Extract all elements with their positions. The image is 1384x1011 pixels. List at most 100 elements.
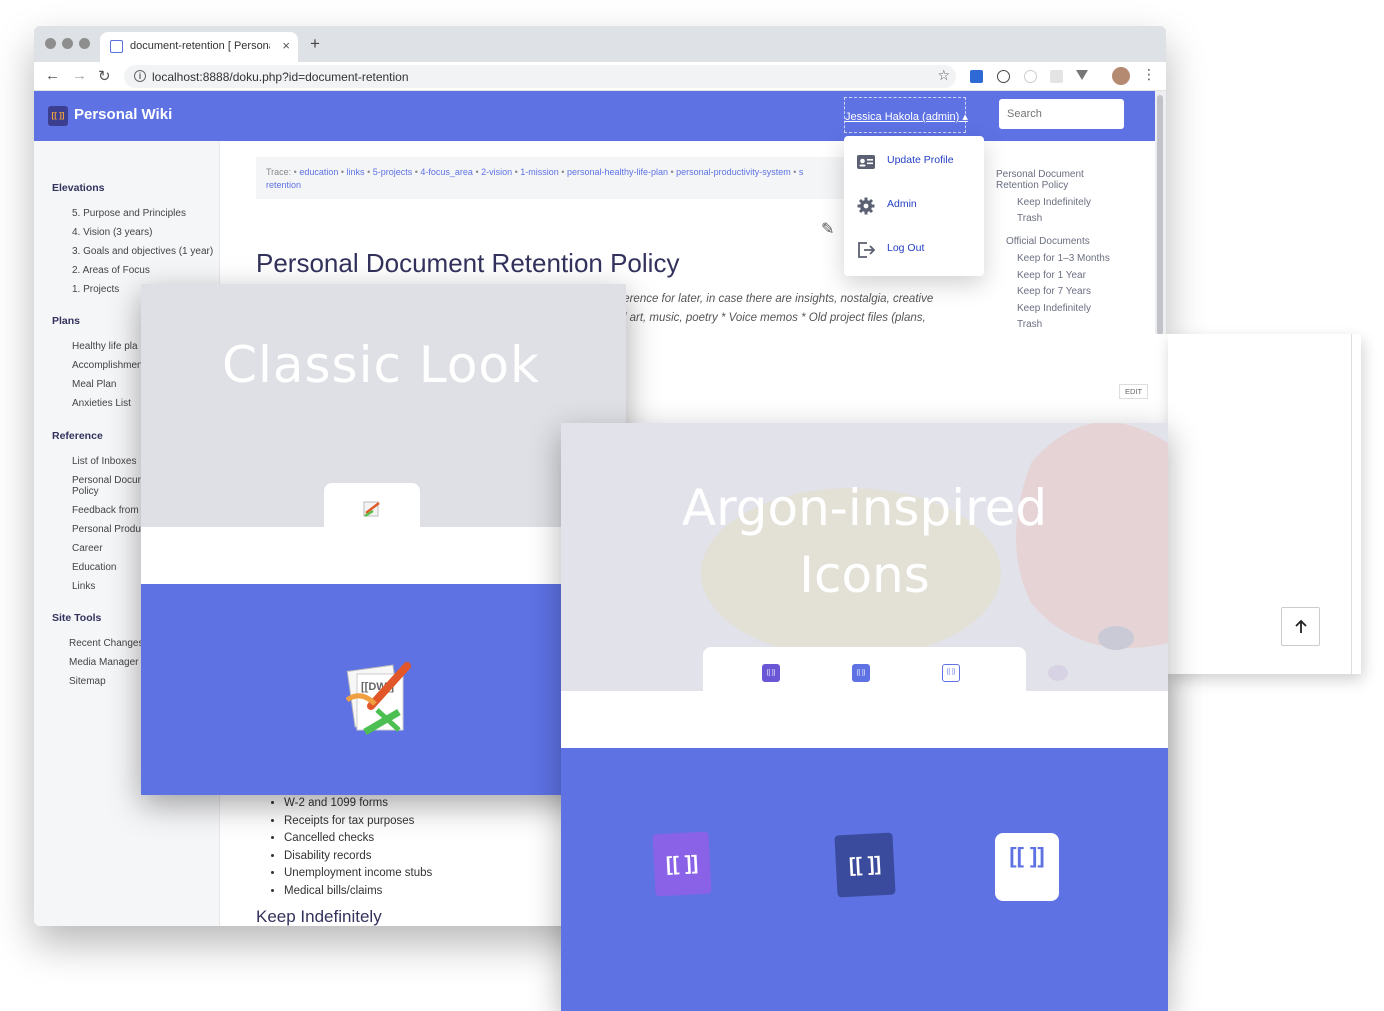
card-title: Argon-inspired Icons bbox=[561, 475, 1168, 609]
toc-item[interactable]: Keep for 1 Year bbox=[1017, 270, 1086, 281]
tab-close-icon[interactable]: × bbox=[282, 38, 290, 53]
edit-pencil-icon[interactable]: ✎ bbox=[821, 219, 834, 239]
extension-grid-icon[interactable] bbox=[1050, 70, 1063, 83]
breadcrumb-link[interactable]: 5-projects bbox=[373, 167, 413, 177]
breadcrumb-link[interactable]: retention bbox=[266, 180, 301, 190]
list-item: Unemployment income stubs bbox=[284, 865, 432, 883]
url-text[interactable]: localhost:8888/doku.php?id=document-rete… bbox=[152, 70, 409, 84]
extension-vue-icon[interactable] bbox=[1076, 70, 1088, 80]
menu-item-update-profile[interactable]: Update Profile bbox=[844, 144, 984, 184]
card-title-line: Icons bbox=[799, 546, 930, 604]
arrow-up-icon bbox=[1295, 619, 1307, 633]
maximize-window-button[interactable] bbox=[79, 38, 90, 49]
page-extension-right bbox=[1168, 334, 1361, 674]
extension-1password-icon[interactable] bbox=[997, 70, 1010, 83]
address-bar: ← → ↻ i localhost:8888/doku.php?id=docum… bbox=[34, 62, 1166, 91]
toc-item[interactable]: Official Documents bbox=[1006, 236, 1090, 247]
icon-tab bbox=[324, 483, 420, 527]
sidebar-item[interactable]: Accomplishmen bbox=[72, 360, 143, 371]
sidebar-item[interactable]: Education bbox=[72, 562, 116, 573]
breadcrumb-link[interactable]: education bbox=[299, 167, 338, 177]
breadcrumb-link[interactable]: 4-focus_area bbox=[420, 167, 473, 177]
sidebar-item[interactable]: List of Inboxes bbox=[72, 456, 136, 467]
intro-line: d art, music, poetry * Voice memos * Old… bbox=[620, 312, 926, 324]
toc-item[interactable]: Retention Policy bbox=[996, 180, 1068, 191]
document-list: W-2 and 1099 forms Receipts for tax purp… bbox=[270, 795, 432, 900]
favicon-icon bbox=[110, 40, 123, 53]
sidebar-item[interactable]: Meal Plan bbox=[72, 379, 116, 390]
toc-item[interactable]: Keep Indefinitely bbox=[1017, 197, 1091, 208]
sidebar-item[interactable]: 4. Vision (3 years) bbox=[72, 227, 152, 238]
browser-menu-icon[interactable]: ⋮ bbox=[1142, 66, 1156, 83]
sidebar-item[interactable]: 3. Goals and objectives (1 year) bbox=[72, 246, 213, 257]
breadcrumb-link[interactable]: 2-vision bbox=[481, 167, 512, 177]
search-input[interactable] bbox=[999, 99, 1124, 129]
scrollbar-thumb[interactable] bbox=[1157, 95, 1163, 335]
menu-item-label: Admin bbox=[887, 198, 917, 210]
back-icon[interactable]: ← bbox=[45, 67, 60, 84]
breadcrumb-link[interactable]: personal-productivity-system bbox=[676, 167, 791, 177]
sidebar-item[interactable]: 5. Purpose and Principles bbox=[72, 208, 186, 219]
tab-bar: document-retention [ Personal × + bbox=[34, 26, 1166, 62]
argon-icons-card: Argon-inspired Icons [[ ]] [[ ]] [[ ]] [… bbox=[561, 423, 1168, 1011]
new-tab-button[interactable]: + bbox=[310, 34, 320, 54]
sidebar-item[interactable]: Recent Changes bbox=[69, 638, 144, 649]
reload-icon[interactable]: ↻ bbox=[98, 67, 111, 85]
section-heading: Keep Indefinitely bbox=[256, 907, 382, 926]
sidebar-item[interactable]: Links bbox=[72, 581, 95, 592]
info-icon[interactable]: i bbox=[134, 70, 146, 82]
list-item: W-2 and 1099 forms bbox=[284, 795, 432, 813]
toc-item[interactable]: Trash bbox=[1017, 213, 1042, 224]
site-title[interactable]: Personal Wiki bbox=[74, 106, 172, 123]
extension-bookmark-icon[interactable] bbox=[970, 70, 983, 83]
breadcrumb-link[interactable]: links bbox=[347, 167, 365, 177]
sidebar-item[interactable]: Policy bbox=[72, 486, 99, 497]
sidebar-item[interactable]: Feedback from bbox=[72, 505, 139, 516]
dokuwiki-small-icon bbox=[363, 501, 380, 518]
toc-item[interactable]: Keep Indefinitely bbox=[1017, 303, 1091, 314]
toc-item[interactable]: Keep for 7 Years bbox=[1017, 286, 1091, 297]
card-header: Classic Look bbox=[141, 284, 626, 527]
profile-card-icon bbox=[857, 155, 875, 169]
menu-item-log-out[interactable]: Log Out bbox=[844, 232, 984, 272]
edit-section-button[interactable]: EDIT bbox=[1119, 384, 1149, 399]
sidebar-item[interactable]: 2. Areas of Focus bbox=[72, 265, 150, 276]
toc-item[interactable]: Personal Document bbox=[996, 169, 1084, 180]
toc-item[interactable]: Keep for 1–3 Months bbox=[1017, 253, 1110, 264]
breadcrumb-link[interactable]: 1-mission bbox=[520, 167, 559, 177]
browser-tab[interactable]: document-retention [ Personal × bbox=[100, 32, 298, 62]
extension-clock-icon[interactable] bbox=[1024, 70, 1037, 83]
sidebar-heading-reference: Reference bbox=[52, 430, 103, 442]
sidebar-item[interactable]: Anxieties List bbox=[72, 398, 131, 409]
sidebar-heading-plans: Plans bbox=[52, 315, 81, 327]
sidebar-item[interactable]: Healthy life pla bbox=[72, 341, 138, 352]
argon-icon-color-large: [[ ]] bbox=[652, 831, 712, 897]
list-item: Cancelled checks bbox=[284, 830, 432, 848]
sidebar-item[interactable]: Personal Docur bbox=[72, 475, 141, 486]
toc-item[interactable]: Trash bbox=[1017, 319, 1042, 330]
profile-avatar[interactable] bbox=[1112, 67, 1130, 85]
sidebar-item[interactable]: Personal Produ bbox=[72, 524, 141, 535]
sidebar-item[interactable]: Media Manager bbox=[69, 657, 138, 668]
scroll-to-top-button[interactable] bbox=[1281, 607, 1320, 646]
sidebar-heading-site-tools: Site Tools bbox=[52, 612, 102, 624]
close-window-button[interactable] bbox=[45, 38, 56, 49]
wiki-logo-icon[interactable]: [[ ]] bbox=[48, 106, 68, 126]
divider bbox=[1351, 334, 1352, 674]
list-item: Medical bills/claims bbox=[284, 883, 432, 901]
forward-icon[interactable]: → bbox=[72, 67, 87, 84]
breadcrumb: Trace: • education • links • 5-projects … bbox=[256, 157, 852, 199]
list-item: Receipts for tax purposes bbox=[284, 813, 432, 831]
sidebar-item[interactable]: 1. Projects bbox=[72, 284, 119, 295]
minimize-window-button[interactable] bbox=[62, 38, 73, 49]
icon-tab: [[ ]] [[ ]] [[ ]] bbox=[703, 647, 1026, 691]
breadcrumb-link[interactable]: s bbox=[799, 167, 804, 177]
sidebar-item[interactable]: Sitemap bbox=[69, 676, 106, 687]
bookmark-star-icon[interactable]: ☆ bbox=[937, 67, 950, 84]
user-menu-toggle[interactable]: Jessica Hakola (admin) ▴ bbox=[844, 97, 968, 133]
list-item: Disability records bbox=[284, 848, 432, 866]
menu-item-admin[interactable]: Admin bbox=[844, 188, 984, 228]
sidebar-item[interactable]: Career bbox=[72, 543, 103, 554]
url-bar[interactable]: i localhost:8888/doku.php?id=document-re… bbox=[124, 65, 956, 88]
breadcrumb-link[interactable]: personal-healthy-life-plan bbox=[567, 167, 668, 177]
